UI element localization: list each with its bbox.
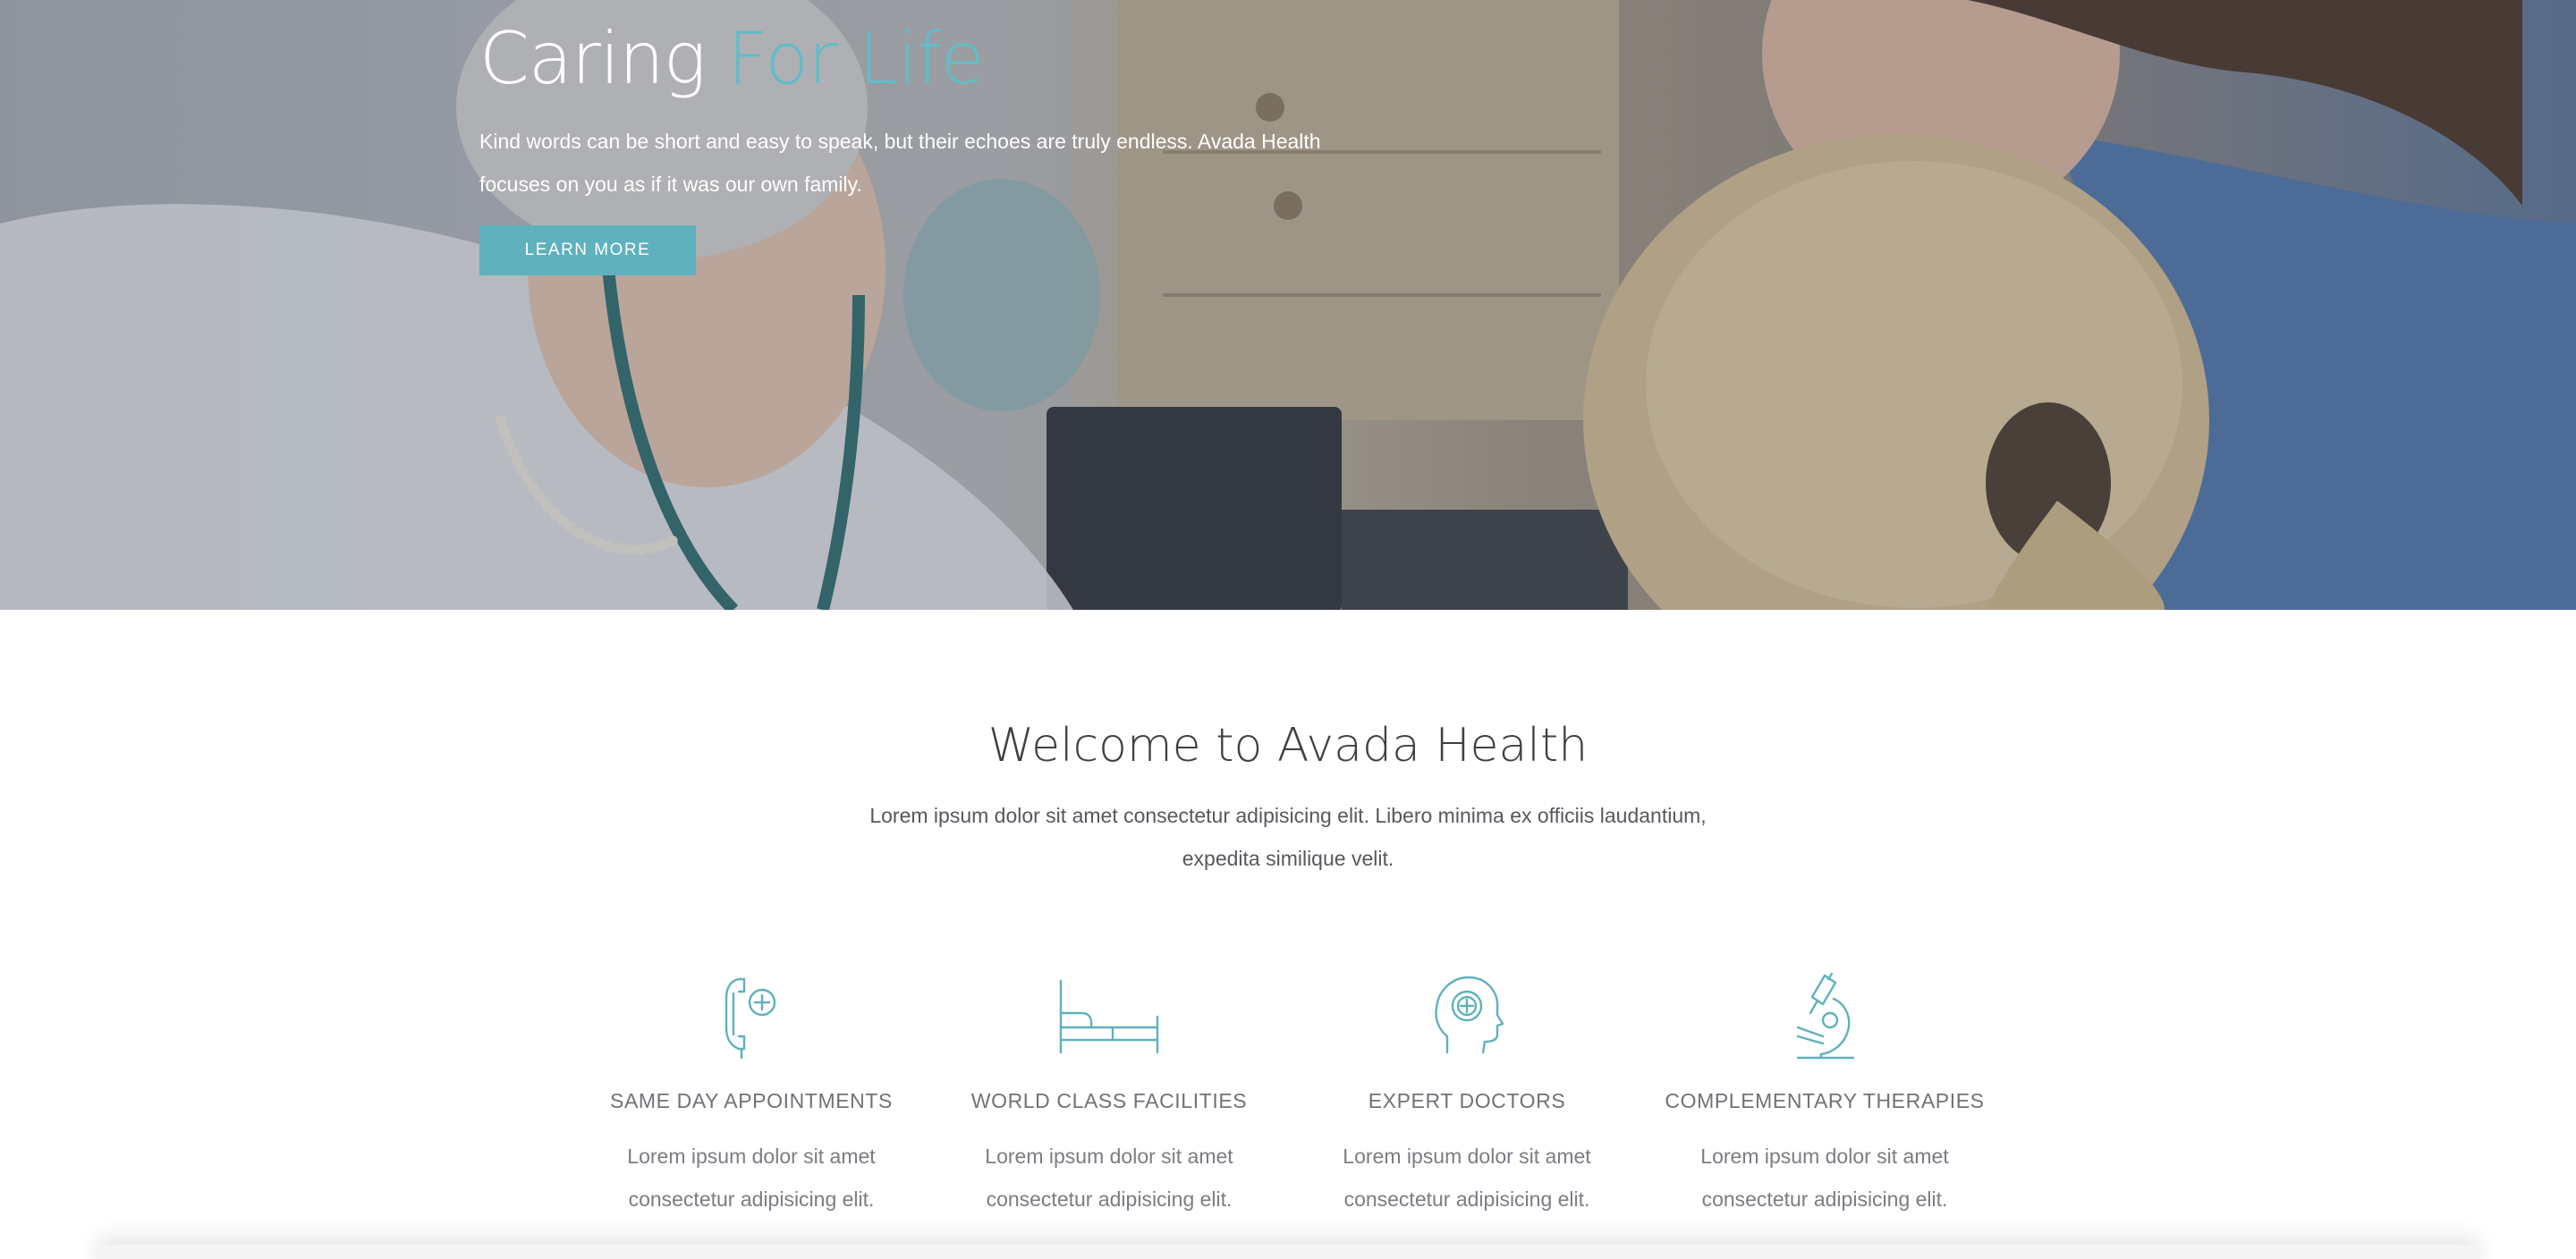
feature-title: COMPLEMENTARY THERAPIES [1665,1089,1985,1112]
bottom-panel-edge [98,1245,2478,1259]
feature-card: COMPLEMENTARY THERAPIES Lorem ipsum dolo… [1646,972,2004,1221]
feature-title: SAME DAY APPOINTMENTS [610,1089,893,1112]
feature-card: EXPERT DOCTORS Lorem ipsum dolor sit ame… [1288,972,1646,1221]
feature-card: SAME DAY APPOINTMENTS Lorem ipsum dolor … [572,972,930,1221]
feature-card: WORLD CLASS FACILITIES Lorem ipsum dolor… [930,972,1288,1221]
feature-text: Lorem ipsum dolor sit amet consectetur a… [1343,1145,1591,1211]
hero-title-main: Caring [479,17,707,100]
hero-section: Caring For Life Kind words can be short … [0,0,2576,610]
learn-more-button[interactable]: LEARN MORE [479,225,696,275]
feature-title: WORLD CLASS FACILITIES [970,1089,1248,1112]
bed-icon [1059,979,1159,1054]
feature-text: Lorem ipsum dolor sit amet consectetur a… [1700,1145,1949,1211]
hero-description: Kind words can be short and easy to spea… [479,130,1321,196]
feature-title: EXPERT DOCTORS [1368,1089,1566,1112]
welcome-text: Lorem ipsum dolor sit amet consectetur a… [869,804,1707,870]
hero-title: Caring For Life [479,16,1374,102]
hero-content: Caring For Life Kind words can be short … [479,16,1374,275]
head-plus-icon [1435,976,1504,1054]
microscope-icon [1796,972,1855,1060]
feature-text: Lorem ipsum dolor sit amet consectetur a… [627,1145,876,1211]
phone-plus-icon [724,977,776,1060]
welcome-section: Welcome to Avada Health Lorem ipsum dolo… [0,610,2576,1259]
hero-title-accent: For Life [727,17,985,100]
feature-text: Lorem ipsum dolor sit amet consectetur a… [985,1145,1233,1211]
welcome-title: Welcome to Avada Health [987,719,1589,773]
